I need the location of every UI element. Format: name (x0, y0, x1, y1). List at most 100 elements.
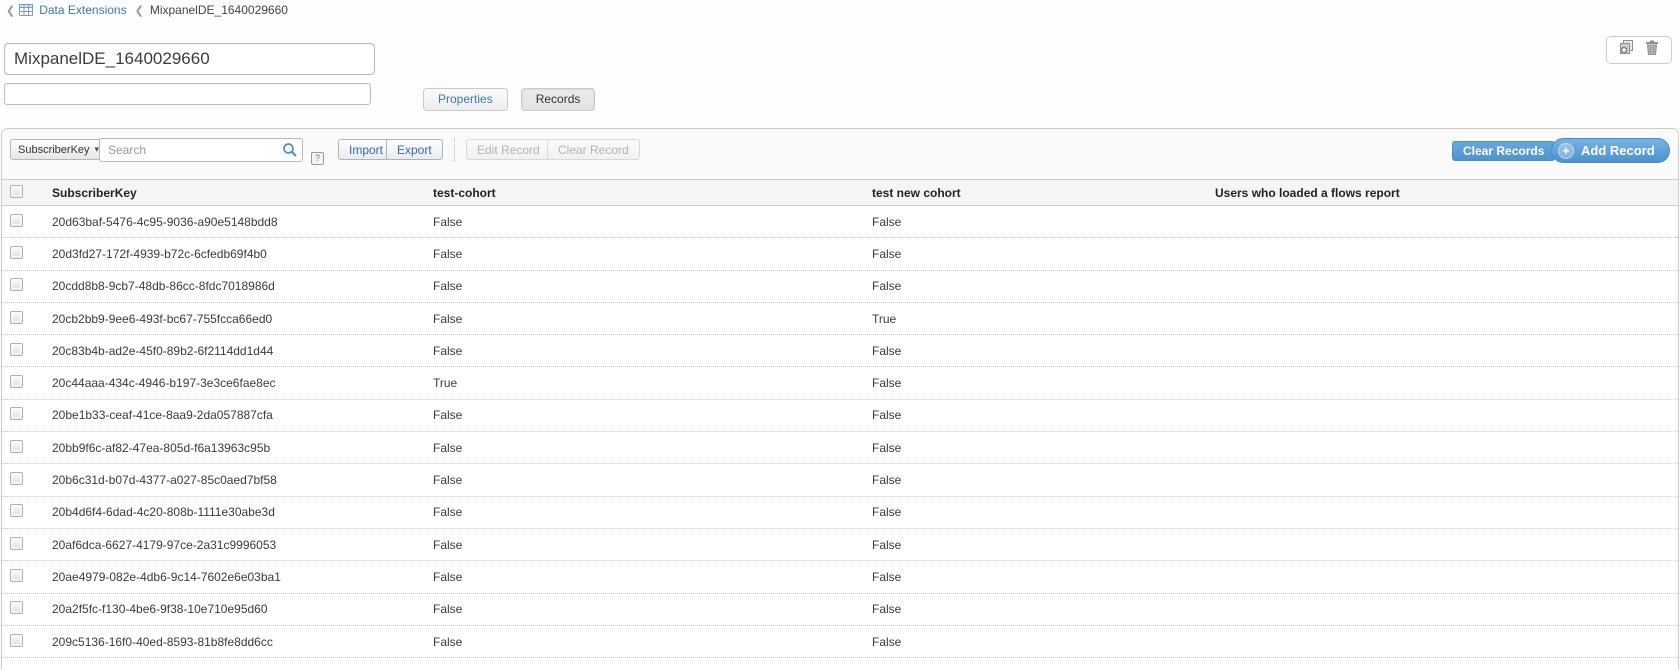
table-row[interactable]: 20d3fd27-172f-4939-b72c-6cfedb69f4b0 Fal… (2, 238, 1678, 270)
cell-subscriber-key: 20b4d6f4-6dad-4c20-808b-1111e30abe3d (44, 505, 425, 519)
table-row[interactable]: 20bb9f6c-af82-47ea-805d-f6a13963c95b Fal… (2, 432, 1678, 464)
edit-record-button[interactable]: Edit Record (466, 139, 551, 160)
cell-test-cohort: False (425, 635, 864, 649)
cell-test-cohort: False (425, 312, 864, 326)
clear-records-button[interactable]: Clear Records (1452, 141, 1555, 161)
table-row[interactable]: 20be1b33-ceaf-41ce-8aa9-2da057887cfa Fal… (2, 400, 1678, 432)
cell-test-new-cohort: False (864, 602, 1207, 616)
cell-subscriber-key: 20cb2bb9-9ee6-493f-bc67-755fcca66ed0 (44, 312, 425, 326)
cell-test-new-cohort: False (864, 473, 1207, 487)
cell-subscriber-key: 20af6dca-6627-4179-97ce-2a31c9996053 (44, 538, 425, 552)
table-row[interactable]: 20cb2bb9-9ee6-493f-bc67-755fcca66ed0 Fal… (2, 303, 1678, 335)
cell-test-new-cohort: False (864, 215, 1207, 229)
row-checkbox[interactable] (10, 407, 23, 420)
table-row[interactable]: 20c44aaa-434c-4946-b197-3e3ce6fae8ec Tru… (2, 367, 1678, 399)
cell-test-new-cohort: False (864, 279, 1207, 293)
cell-test-cohort: False (425, 505, 864, 519)
cell-test-cohort: False (425, 441, 864, 455)
table-row[interactable]: 209c5136-16f0-40ed-8593-81b8fe8dd6cc Fal… (2, 626, 1678, 658)
row-checkbox[interactable] (10, 246, 23, 259)
cell-test-cohort: False (425, 344, 864, 358)
cell-test-new-cohort: False (864, 408, 1207, 422)
row-checkbox[interactable] (10, 311, 23, 324)
cell-test-new-cohort: False (864, 247, 1207, 261)
extension-name-input[interactable] (4, 43, 375, 75)
table-row[interactable]: 20b4d6f4-6dad-4c20-808b-1111e30abe3d Fal… (2, 497, 1678, 529)
cell-subscriber-key: 20ae4979-082e-4db6-9c14-7602e6e03ba1 (44, 570, 425, 584)
column-header-subscriber-key[interactable]: SubscriberKey (44, 186, 425, 200)
row-checkbox[interactable] (10, 278, 23, 291)
cell-test-cohort: False (425, 538, 864, 552)
row-checkbox[interactable] (10, 343, 23, 356)
row-checkbox[interactable] (10, 214, 23, 227)
breadcrumb: ❮ Data Extensions ❮ MixpanelDE_164002966… (6, 2, 288, 18)
table-row[interactable]: 20d63baf-5476-4c95-9036-a90e5148bdd8 Fal… (2, 206, 1678, 238)
cell-test-cohort: False (425, 473, 864, 487)
tab-bar: Properties Records (423, 88, 595, 111)
cell-test-new-cohort: False (864, 344, 1207, 358)
row-checkbox[interactable] (10, 537, 23, 550)
cell-test-new-cohort: False (864, 441, 1207, 455)
cell-subscriber-key: 209c5136-16f0-40ed-8593-81b8fe8dd6cc (44, 635, 425, 649)
table-row[interactable]: 20cdd8b8-9cb7-48db-86cc-8fdc7018986d Fal… (2, 271, 1678, 303)
cell-subscriber-key: 20be1b33-ceaf-41ce-8aa9-2da057887cfa (44, 408, 425, 422)
search-icon[interactable] (282, 142, 298, 163)
tab-records[interactable]: Records (521, 88, 596, 111)
column-header-test-new-cohort[interactable]: test new cohort (864, 186, 1207, 200)
table-row[interactable]: 20a2f5fc-f130-4be6-9f38-10e710e95d60 Fal… (2, 594, 1678, 626)
cell-test-cohort: False (425, 247, 864, 261)
row-checkbox[interactable] (10, 375, 23, 388)
extension-description-input[interactable] (4, 83, 371, 105)
cell-test-cohort: False (425, 215, 864, 229)
toolbar-divider (454, 138, 455, 161)
cell-subscriber-key: 20d3fd27-172f-4939-b72c-6cfedb69f4b0 (44, 247, 425, 261)
data-extension-grid-icon (19, 4, 33, 19)
cell-subscriber-key: 20b6c31d-b07d-4377-a027-85c0aed7bf58 (44, 473, 425, 487)
table-row[interactable]: 20ae4979-082e-4db6-9c14-7602e6e03ba1 Fal… (2, 561, 1678, 593)
column-header-flows-report[interactable]: Users who loaded a flows report (1207, 186, 1678, 200)
row-checkbox[interactable] (10, 601, 23, 614)
cell-test-new-cohort: False (864, 570, 1207, 584)
cell-subscriber-key: 20d63baf-5476-4c95-9036-a90e5148bdd8 (44, 215, 425, 229)
data-extension-records-page: ❮ Data Extensions ❮ MixpanelDE_164002966… (0, 0, 1680, 670)
cell-test-new-cohort: False (864, 505, 1207, 519)
copy-plus-icon (1619, 40, 1635, 60)
cell-test-new-cohort: False (864, 635, 1207, 649)
back-chevron-icon[interactable]: ❮ (6, 4, 15, 17)
table-row[interactable]: 20c83b4b-ad2e-45f0-89b2-6f2114dd1d44 Fal… (2, 335, 1678, 367)
breadcrumb-link-data-extensions[interactable]: Data Extensions (39, 3, 126, 17)
search-input[interactable] (99, 138, 303, 162)
row-checkbox[interactable] (10, 504, 23, 517)
table-header-row: SubscriberKey test-cohort test new cohor… (2, 179, 1678, 206)
delete-extension-button[interactable] (1643, 42, 1660, 59)
add-record-button[interactable]: + Add Record (1551, 138, 1670, 163)
export-button[interactable]: Export (386, 139, 443, 160)
row-checkbox[interactable] (10, 440, 23, 453)
cell-test-new-cohort: False (864, 538, 1207, 552)
tab-properties[interactable]: Properties (423, 88, 508, 111)
add-record-label: Add Record (1581, 143, 1655, 158)
cell-subscriber-key: 20bb9f6c-af82-47ea-805d-f6a13963c95b (44, 441, 425, 455)
copy-extension-button[interactable] (1618, 42, 1635, 59)
search-box (99, 138, 303, 162)
row-checkbox[interactable] (10, 569, 23, 582)
cell-subscriber-key: 20c83b4b-ad2e-45f0-89b2-6f2114dd1d44 (44, 344, 425, 358)
column-header-test-cohort[interactable]: test-cohort (425, 186, 864, 200)
breadcrumb-current: MixpanelDE_1640029660 (150, 3, 288, 17)
search-field-dropdown-label: SubscriberKey (18, 144, 90, 156)
cell-test-cohort: True (425, 376, 864, 390)
row-checkbox[interactable] (10, 634, 23, 647)
cell-test-cohort: False (425, 602, 864, 616)
select-all-checkbox[interactable] (10, 185, 23, 198)
cell-test-cohort: False (425, 408, 864, 422)
table-row[interactable]: 20b6c31d-b07d-4377-a027-85c0aed7bf58 Fal… (2, 464, 1678, 496)
cell-test-cohort: False (425, 570, 864, 584)
clear-record-button[interactable]: Clear Record (547, 139, 640, 160)
cell-test-new-cohort: True (864, 312, 1207, 326)
search-field-dropdown[interactable]: SubscriberKey ▾ (10, 139, 107, 160)
row-checkbox[interactable] (10, 472, 23, 485)
cell-subscriber-key: 20a2f5fc-f130-4be6-9f38-10e710e95d60 (44, 602, 425, 616)
help-icon[interactable]: ? (311, 152, 324, 165)
table-row[interactable]: 20af6dca-6627-4179-97ce-2a31c9996053 Fal… (2, 529, 1678, 561)
cell-subscriber-key: 20c44aaa-434c-4946-b197-3e3ce6fae8ec (44, 376, 425, 390)
